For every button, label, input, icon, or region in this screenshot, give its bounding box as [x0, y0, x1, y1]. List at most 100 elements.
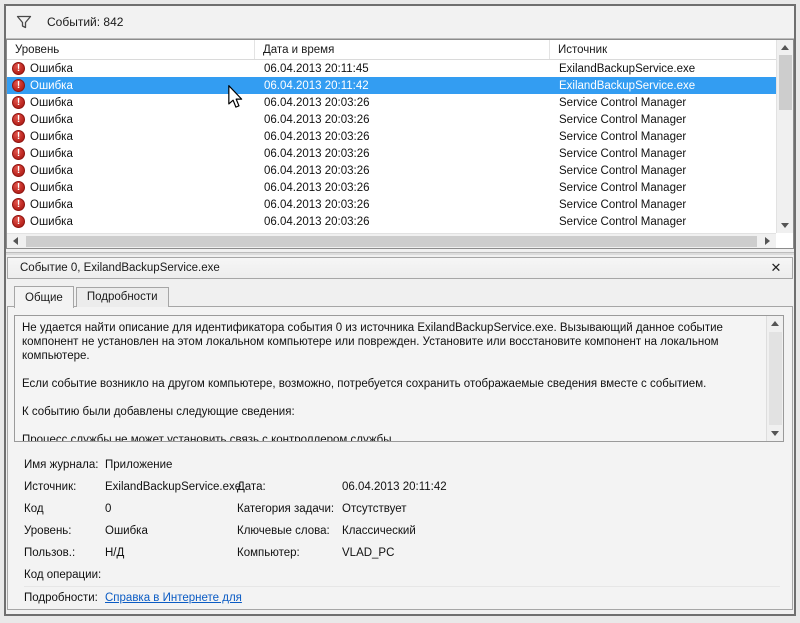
- level-value: Ошибка: [105, 525, 237, 537]
- table-row[interactable]: ! Ошибка 06.04.2013 20:03:26 Service Con…: [7, 196, 776, 213]
- table-row[interactable]: ! Ошибка 06.04.2013 20:11:42 ExilandBack…: [7, 77, 776, 94]
- field-row-user: Пользов.: Н/Д Компьютер: VLAD_PC: [24, 542, 780, 564]
- pane-splitter[interactable]: [6, 249, 794, 257]
- error-icon: !: [12, 215, 25, 228]
- table-row[interactable]: ! Ошибка 06.04.2013 20:03:26 Service Con…: [7, 128, 776, 145]
- code-label: Код: [24, 503, 105, 515]
- row-source: Service Control Manager: [550, 162, 776, 179]
- error-icon: !: [12, 130, 25, 143]
- table-row[interactable]: ! Ошибка 06.04.2013 20:11:45 ExilandBack…: [7, 60, 776, 77]
- log-name-label: Имя журнала:: [24, 459, 105, 471]
- row-level: Ошибка: [30, 80, 73, 92]
- row-level: Ошибка: [30, 131, 73, 143]
- date-label: Дата:: [237, 481, 342, 493]
- field-row-source: Источник: ExilandBackupService.exe Дата:…: [24, 476, 780, 498]
- row-datetime: 06.04.2013 20:03:26: [255, 196, 550, 213]
- event-detail-panel: Событие 0, ExilandBackupService.exe ✕ Об…: [6, 257, 794, 614]
- scroll-down-icon[interactable]: [767, 426, 784, 441]
- close-icon[interactable]: ✕: [768, 260, 784, 276]
- table-row[interactable]: ! Ошибка 06.04.2013 20:03:26 Service Con…: [7, 94, 776, 111]
- row-source: ExilandBackupService.exe: [550, 60, 776, 77]
- row-level: Ошибка: [30, 148, 73, 160]
- event-list: Уровень Дата и время Источник ! Ошибка 0…: [6, 39, 794, 249]
- column-header-datetime[interactable]: Дата и время: [255, 40, 550, 59]
- row-datetime: 06.04.2013 20:03:26: [255, 179, 550, 196]
- error-icon: !: [12, 96, 25, 109]
- keywords-value: Классический: [342, 525, 780, 537]
- source-label: Источник:: [24, 481, 105, 493]
- error-icon: !: [12, 79, 25, 92]
- scroll-up-icon[interactable]: [767, 316, 784, 331]
- event-description: Не удается найти описание для идентифика…: [15, 318, 766, 441]
- event-log-online-help-link[interactable]: Справка в Интернете для: [105, 592, 242, 604]
- level-label: Уровень:: [24, 525, 105, 537]
- row-datetime: 06.04.2013 20:03:26: [255, 94, 550, 111]
- date-value: 06.04.2013 20:11:42: [342, 481, 780, 493]
- field-row-level: Уровень: Ошибка Ключевые слова: Классиче…: [24, 520, 780, 542]
- row-level: Ошибка: [30, 182, 73, 194]
- error-icon: !: [12, 198, 25, 211]
- error-icon: !: [12, 113, 25, 126]
- event-detail-titlebar: Событие 0, ExilandBackupService.exe ✕: [7, 257, 793, 279]
- tab-details[interactable]: Подробности: [76, 287, 169, 307]
- opcode-label: Код операции:: [24, 569, 105, 581]
- task-category-value: Отсутствует: [342, 503, 780, 515]
- field-row-log-name: Имя журнала: Приложение: [24, 454, 780, 476]
- scroll-left-icon[interactable]: [7, 234, 24, 249]
- row-datetime: 06.04.2013 20:03:26: [255, 111, 550, 128]
- table-vertical-scrollbar[interactable]: [776, 40, 793, 233]
- user-label: Пользов.:: [24, 547, 105, 559]
- table-row[interactable]: ! Ошибка 06.04.2013 20:03:26 Service Con…: [7, 162, 776, 179]
- row-source: Service Control Manager: [550, 145, 776, 162]
- row-datetime: 06.04.2013 20:03:26: [255, 128, 550, 145]
- row-source: Service Control Manager: [550, 111, 776, 128]
- table-row[interactable]: ! Ошибка 06.04.2013 20:03:26 Service Con…: [7, 111, 776, 128]
- vertical-scrollbar-thumb[interactable]: [779, 55, 792, 110]
- event-description-box[interactable]: Не удается найти описание для идентифика…: [14, 315, 784, 442]
- field-row-details: Подробности: Справка в Интернете для: [24, 586, 780, 608]
- error-icon: !: [12, 181, 25, 194]
- column-header-level[interactable]: Уровень: [7, 40, 255, 59]
- description-scrollbar-thumb[interactable]: [769, 332, 782, 425]
- row-level: Ошибка: [30, 97, 73, 109]
- table-row[interactable]: ! Ошибка 06.04.2013 20:03:26 Service Con…: [7, 145, 776, 162]
- field-row-opcode: Код операции:: [24, 564, 780, 586]
- error-icon: !: [12, 62, 25, 75]
- error-icon: !: [12, 164, 25, 177]
- scroll-down-icon[interactable]: [777, 218, 794, 233]
- row-level: Ошибка: [30, 199, 73, 211]
- source-value: ExilandBackupService.exe: [105, 481, 237, 493]
- event-properties: Имя журнала: Приложение Источник: Exilan…: [24, 454, 780, 608]
- description-scrollbar[interactable]: [766, 316, 783, 441]
- tab-general[interactable]: Общие: [14, 286, 74, 308]
- row-source: Service Control Manager: [550, 196, 776, 213]
- event-list-header: Уровень Дата и время Источник: [7, 40, 776, 60]
- details-label: Подробности:: [24, 592, 105, 604]
- horizontal-scrollbar-thumb[interactable]: [26, 236, 757, 247]
- filter-icon: [16, 15, 32, 30]
- row-level: Ошибка: [30, 114, 73, 126]
- events-toolbar: Событий: 842: [6, 6, 794, 39]
- event-detail-title: Событие 0, ExilandBackupService.exe: [20, 262, 220, 274]
- events-count-label: Событий: 842: [47, 15, 123, 29]
- row-source: Service Control Manager: [550, 94, 776, 111]
- table-row[interactable]: ! Ошибка 06.04.2013 20:03:26 Service Con…: [7, 179, 776, 196]
- table-row[interactable]: ! Ошибка 06.04.2013 20:03:26 Service Con…: [7, 213, 776, 230]
- row-source: Service Control Manager: [550, 213, 776, 230]
- scroll-right-icon[interactable]: [759, 234, 776, 249]
- scroll-up-icon[interactable]: [777, 40, 794, 55]
- row-datetime: 06.04.2013 20:03:26: [255, 162, 550, 179]
- table-rows: ! Ошибка 06.04.2013 20:11:45 ExilandBack…: [7, 60, 776, 233]
- field-row-code: Код 0 Категория задачи: Отсутствует: [24, 498, 780, 520]
- keywords-label: Ключевые слова:: [237, 525, 342, 537]
- tab-panel-general: Не удается найти описание для идентифика…: [7, 306, 793, 610]
- event-detail-tabs: Общие Подробности: [7, 282, 793, 307]
- row-datetime: 06.04.2013 20:03:26: [255, 145, 550, 162]
- row-source: Service Control Manager: [550, 128, 776, 145]
- column-header-source[interactable]: Источник: [550, 40, 776, 59]
- computer-label: Компьютер:: [237, 547, 342, 559]
- error-icon: !: [12, 147, 25, 160]
- user-value: Н/Д: [105, 547, 237, 559]
- table-horizontal-scrollbar[interactable]: [7, 233, 776, 248]
- row-datetime: 06.04.2013 20:03:26: [255, 213, 550, 230]
